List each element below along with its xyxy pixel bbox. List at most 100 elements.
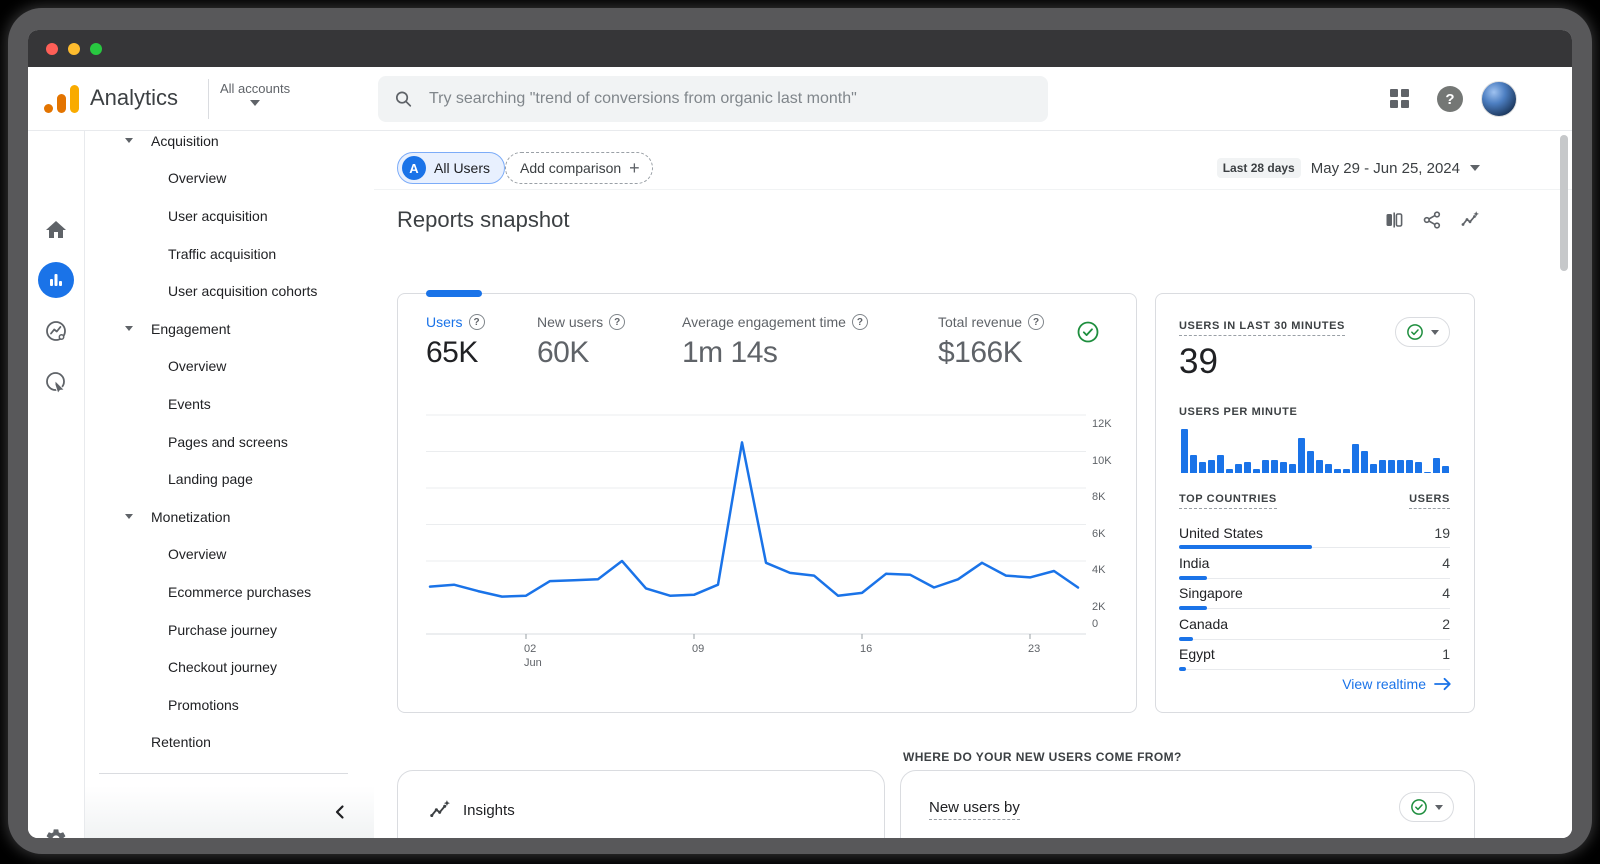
insights-sparkle-icon <box>430 800 450 818</box>
arrow-right-icon <box>1434 677 1451 691</box>
insights-icon[interactable] <box>1460 210 1480 230</box>
users-per-minute-chart[interactable] <box>1181 429 1451 473</box>
country-bar <box>1179 666 1187 671</box>
desktop-background: Analytics All accounts ? <box>0 0 1600 864</box>
chevron-down-icon[interactable] <box>125 514 133 520</box>
chevron-down-icon <box>1435 804 1443 810</box>
nav-item-retention[interactable]: Retention <box>85 724 374 762</box>
search-input[interactable] <box>426 89 1032 109</box>
green-check-icon[interactable] <box>1076 320 1100 344</box>
x-tick-16: 16 <box>860 643 873 655</box>
date-range-picker[interactable]: Last 28 days May 29 - Jun 25, 2024 <box>1216 158 1480 178</box>
nav-item-overview[interactable]: Overview <box>85 160 374 198</box>
top-countries-table: United States 19 India 4 Singapore 4 Canada 2 Eg… <box>1179 518 1450 671</box>
vertical-scrollbar[interactable] <box>1560 135 1568 271</box>
collapse-nav-chevron-left-icon[interactable] <box>330 802 350 822</box>
metric-value: $166K <box>938 336 1023 369</box>
country-row-india[interactable]: India 4 <box>1179 548 1450 580</box>
advertising-icon[interactable] <box>44 370 68 394</box>
global-search[interactable] <box>378 76 1048 122</box>
nav-item-label: User acquisition cohorts <box>168 283 318 300</box>
help-circle-icon[interactable]: ? <box>468 314 485 330</box>
nav-item-pages-and-screens[interactable]: Pages and screens <box>85 423 374 461</box>
logo-dot <box>44 104 53 113</box>
help-circle-icon[interactable]: ? <box>851 314 868 330</box>
metric-users[interactable]: Users? 65K <box>426 314 485 370</box>
y-tick-0: 0 <box>1092 618 1099 630</box>
user-avatar[interactable] <box>1481 81 1517 117</box>
home-icon[interactable] <box>44 218 68 242</box>
nav-item-label: Events <box>168 395 211 412</box>
apps-grid-icon[interactable] <box>1390 89 1409 108</box>
add-comparison-button[interactable]: Add comparison + <box>505 152 653 184</box>
nav-item-user-acquisition[interactable]: User acquisition <box>85 197 374 235</box>
help-circle-icon[interactable]: ? <box>609 314 626 330</box>
metric-new-users[interactable]: New users? 60K <box>537 314 626 370</box>
minute-bar-7 <box>1244 462 1251 473</box>
app-content: Analytics All accounts ? <box>28 67 1572 838</box>
nav-item-user-acquisition-cohorts[interactable]: User acquisition cohorts <box>85 272 374 310</box>
explore-icon[interactable] <box>44 319 68 343</box>
realtime-status-dropdown[interactable] <box>1395 317 1450 347</box>
country-name: Singapore <box>1179 585 1243 602</box>
minute-bar-4 <box>1217 455 1224 473</box>
zoom-window-button[interactable] <box>90 43 102 55</box>
nav-item-engagement[interactable]: Engagement <box>85 310 374 348</box>
nav-item-events[interactable]: Events <box>85 385 374 423</box>
country-row-united-states[interactable]: United States 19 <box>1179 518 1450 550</box>
nav-item-monetization[interactable]: Monetization <box>85 498 374 536</box>
help-circle-icon[interactable]: ? <box>1028 314 1045 330</box>
close-window-button[interactable] <box>46 43 58 55</box>
view-realtime-label: View realtime <box>1342 676 1426 692</box>
reports-icon-active[interactable] <box>38 262 74 298</box>
metric-total-revenue[interactable]: Total revenue? $166K <box>938 314 1045 370</box>
nav-item-checkout-journey[interactable]: Checkout journey <box>85 648 374 686</box>
minute-bar-28 <box>1433 457 1440 473</box>
google-analytics-logo-icon[interactable] <box>44 82 80 116</box>
metric-label: Users <box>426 314 463 330</box>
nav-item-overview[interactable]: Overview <box>85 348 374 386</box>
country-row-canada[interactable]: Canada 2 <box>1179 609 1450 641</box>
nav-item-label: Monetization <box>151 508 231 525</box>
chevron-down-icon[interactable] <box>125 138 133 144</box>
compare-report-icon[interactable] <box>1384 210 1404 230</box>
nav-item-traffic-acquisition[interactable]: Traffic acquisition <box>85 235 374 273</box>
minute-bar-20 <box>1361 451 1368 473</box>
nav-item-ecommerce-purchases[interactable]: Ecommerce purchases <box>85 573 374 611</box>
help-icon[interactable]: ? <box>1437 86 1463 112</box>
users-line-chart[interactable] <box>426 394 1086 644</box>
new-users-status-dropdown[interactable] <box>1399 792 1454 822</box>
minute-bar-14 <box>1307 451 1314 473</box>
account-selector[interactable]: All accounts <box>220 81 290 106</box>
nav-item-acquisition[interactable]: Acquisition <box>85 131 374 160</box>
realtime-title: USERS IN LAST 30 MINUTES <box>1179 320 1345 336</box>
green-check-icon <box>1407 324 1423 340</box>
minute-bar-19 <box>1352 444 1359 473</box>
minimize-window-button[interactable] <box>68 43 80 55</box>
nav-item-promotions[interactable]: Promotions <box>85 686 374 724</box>
x-tick-09: 09 <box>692 643 705 655</box>
users-column-label: USERS <box>1409 493 1450 509</box>
reports-snapshot-card: Users? 65K New users? 60K Average engagement… <box>397 290 1137 713</box>
minute-bar-12 <box>1289 464 1296 473</box>
minute-bar-26 <box>1415 462 1422 473</box>
minute-bar-22 <box>1379 459 1386 473</box>
all-users-segment-chip[interactable]: A All Users <box>397 152 506 184</box>
metric-average-engagement-time[interactable]: Average engagement time? 1m 14s <box>682 314 868 370</box>
filter-bar: A All Users Add comparison + Last 28 day… <box>374 131 1572 190</box>
view-realtime-link[interactable]: View realtime <box>1342 676 1452 692</box>
country-row-singapore[interactable]: Singapore 4 <box>1179 579 1450 611</box>
nav-item-overview[interactable]: Overview <box>85 536 374 574</box>
chevron-down-icon[interactable] <box>125 326 133 332</box>
minute-bar-27 <box>1424 472 1431 473</box>
search-icon <box>395 91 412 107</box>
share-icon[interactable] <box>1422 210 1442 230</box>
y-tick-4k: 4K <box>1092 564 1106 576</box>
date-range-text: May 29 - Jun 25, 2024 <box>1310 159 1460 177</box>
nav-item-purchase-journey[interactable]: Purchase journey <box>85 611 374 649</box>
new-users-by-dimension-selector[interactable]: New users by <box>929 799 1020 820</box>
admin-gear-icon[interactable] <box>44 827 68 838</box>
country-row-egypt[interactable]: Egypt 1 <box>1179 640 1450 671</box>
nav-item-landing-page[interactable]: Landing page <box>85 460 374 498</box>
add-comparison-label: Add comparison <box>520 160 622 176</box>
